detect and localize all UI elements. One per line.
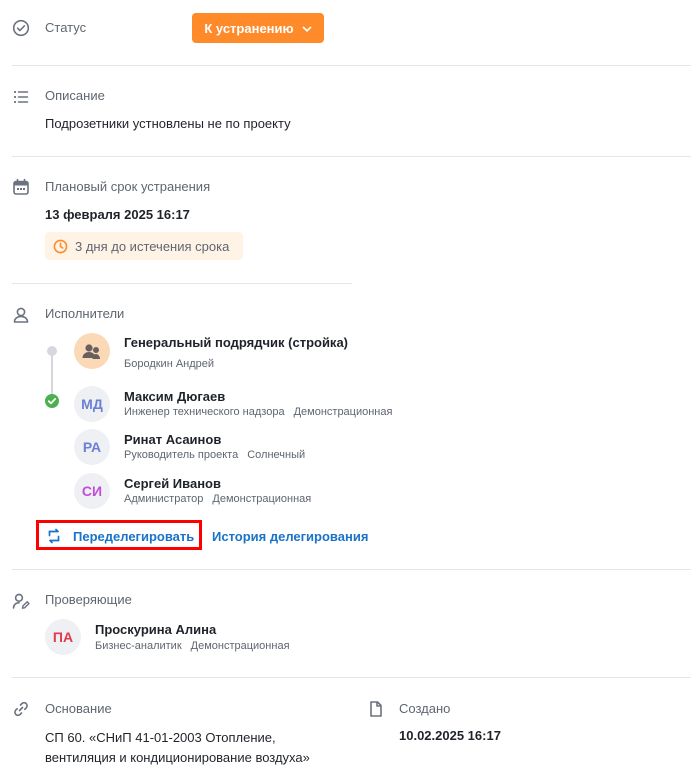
group-person: Бородкин Андрей: [124, 358, 215, 370]
link-icon: [12, 700, 30, 718]
avatar-initials: МД: [81, 396, 103, 412]
reviewer-role: Бизнес-аналитик: [95, 640, 182, 652]
divider: [12, 283, 352, 284]
user-icon: [12, 306, 30, 324]
list-icon: [12, 88, 30, 106]
person-name: Максим Дюгаев: [124, 389, 226, 404]
avatar: МД: [74, 386, 110, 422]
reviewers-label: Проверяющие: [45, 592, 132, 607]
group-name: Генеральный подрядчик (стройка): [124, 335, 349, 350]
basis-text: СП 60. «СНиП 41-01-2003 Отопление, венти…: [45, 730, 310, 765]
status-label: Статус: [45, 20, 87, 35]
person-meta: Администратор Демонстрационная: [124, 493, 311, 505]
created-label: Создано: [399, 701, 451, 716]
reviewer-company: Демонстрационная: [190, 640, 290, 652]
checkmark-icon: [45, 394, 59, 408]
group-avatar: [74, 333, 110, 369]
due-date: 13 февраля 2025 16:17: [45, 207, 190, 222]
person-company: Солнечный: [247, 449, 306, 461]
timeline-line: [51, 350, 53, 396]
chevron-down-icon: [302, 21, 312, 36]
avatar: РА: [74, 429, 110, 465]
avatar-initials: ПА: [52, 629, 74, 645]
divider: [12, 569, 691, 570]
delegation-history-link[interactable]: История делегирования: [212, 529, 368, 544]
status-dropdown-button[interactable]: К устранению: [192, 13, 324, 43]
document-icon: [367, 700, 385, 718]
reviewer-meta: Бизнес-аналитик Демонстрационная: [95, 640, 290, 652]
person-role: Руководитель проекта: [124, 449, 239, 461]
redelegate-link[interactable]: Переделегировать: [73, 529, 194, 544]
timeline-dot: [47, 346, 57, 356]
description-text: Подрозетники устновлены не по проекту: [45, 116, 291, 131]
redelegate-icon: [46, 528, 62, 544]
person-meta: Инженер технического надзора Демонстрацио…: [124, 406, 392, 418]
divider: [12, 677, 691, 678]
person-role: Инженер технического надзора: [124, 406, 285, 418]
person-company: Демонстрационная: [293, 406, 393, 418]
basis-label: Основание: [45, 701, 112, 716]
person-meta: Руководитель проекта Солнечный: [124, 449, 305, 461]
clock-icon: [53, 239, 68, 253]
person-name: Сергей Иванов: [124, 476, 221, 491]
users-icon: [82, 344, 100, 359]
person-role: Администратор: [124, 493, 204, 505]
avatar-initials: РА: [82, 439, 102, 455]
status-value: К устранению: [204, 20, 294, 36]
deadline-text: 3 дня до истечения срока: [75, 238, 230, 254]
avatar: СИ: [74, 473, 110, 509]
person-name: Ринат Асаинов: [124, 432, 222, 447]
avatar-initials: СИ: [81, 483, 103, 499]
deadline-badge: 3 дня до истечения срока: [45, 232, 243, 260]
user-edit-icon: [12, 592, 30, 610]
calendar-icon: [12, 178, 30, 196]
executors-label: Исполнители: [45, 306, 125, 321]
description-label: Описание: [45, 88, 105, 103]
check-circle-icon: [12, 19, 30, 37]
avatar: ПА: [45, 619, 81, 655]
person-company: Демонстрационная: [212, 493, 312, 505]
divider: [12, 156, 691, 157]
reviewer-name: Проскурина Алина: [95, 622, 217, 637]
due-label: Плановый срок устранения: [45, 179, 211, 194]
created-value: 10.02.2025 16:17: [399, 728, 501, 743]
divider: [12, 65, 691, 66]
